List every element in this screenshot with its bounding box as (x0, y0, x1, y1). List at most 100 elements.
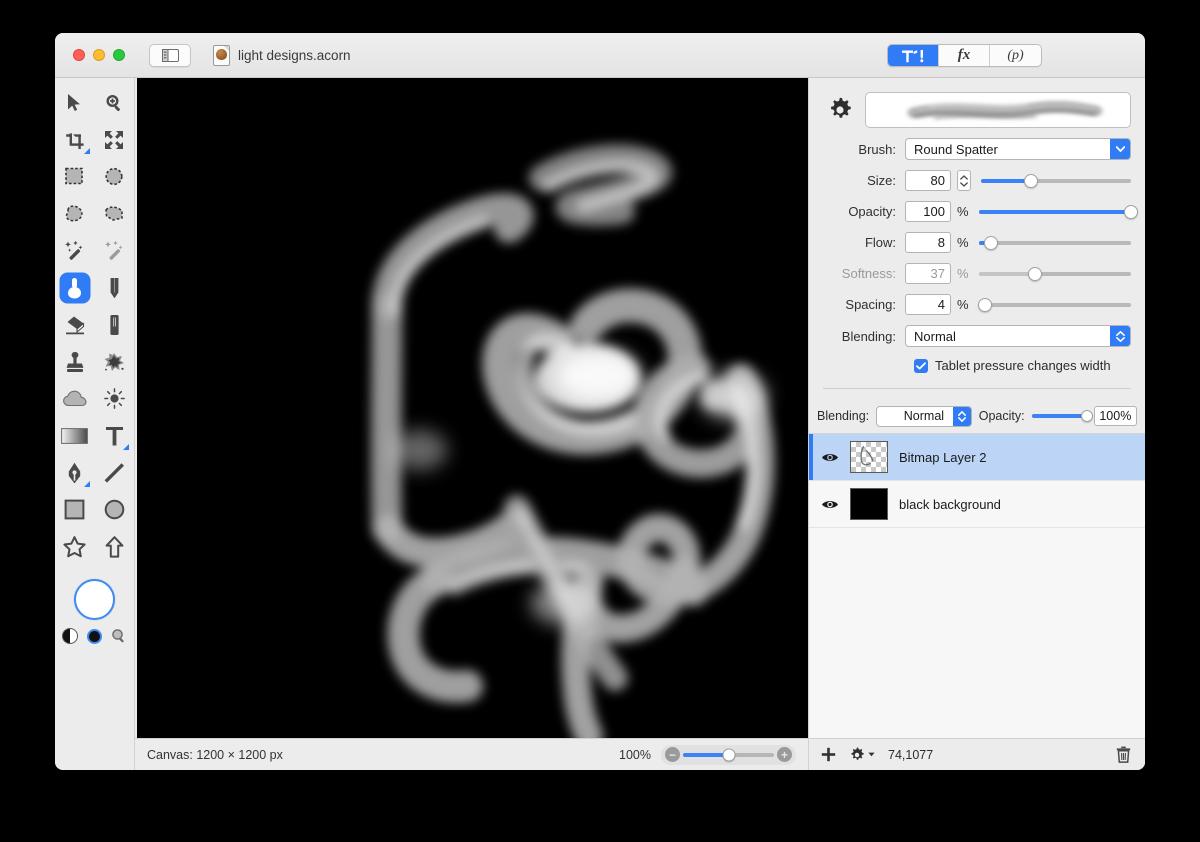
opacity-input[interactable]: 100 (905, 201, 951, 222)
polygon-lasso-tool[interactable] (95, 195, 135, 232)
gear-icon[interactable] (827, 97, 853, 123)
yin-yang-swap-icon[interactable] (62, 628, 78, 644)
magic-wand-tool[interactable] (55, 232, 95, 269)
background-color-swatch[interactable] (87, 628, 102, 644)
foreground-color-swatch[interactable] (74, 579, 115, 620)
layer-opacity-input[interactable]: 100% (1093, 406, 1137, 426)
bezier-pen-tool[interactable] (55, 454, 95, 491)
crop-tool[interactable] (55, 121, 95, 158)
eraser-tool[interactable] (55, 306, 95, 343)
arrow-up-icon (105, 535, 124, 558)
up-down-chevron-icon[interactable] (1110, 326, 1130, 346)
lasso-icon (65, 205, 83, 222)
brush-tool[interactable] (55, 269, 95, 306)
star-shape-tool[interactable] (55, 528, 95, 565)
magnifier-icon[interactable] (111, 628, 127, 644)
document-title: light designs.acorn (238, 47, 351, 63)
layers-header: Blending: Normal Opacity: 100% (809, 399, 1145, 434)
brush-select[interactable]: Round Spatter (905, 138, 1131, 160)
minimize-button[interactable] (93, 49, 105, 61)
minus-circle-icon[interactable]: − (665, 747, 680, 762)
opacity-slider[interactable] (979, 204, 1138, 220)
zoom-button[interactable] (113, 49, 125, 61)
zoom-slider-track[interactable] (683, 748, 774, 761)
softness-row: Softness: 37 % (823, 263, 1131, 284)
size-input[interactable]: 80 (905, 170, 951, 191)
artwork-canvas[interactable] (137, 78, 808, 738)
layer-thumbnail[interactable] (850, 488, 888, 520)
tool-row (55, 84, 134, 121)
tab-palette[interactable]: (p) (990, 45, 1041, 66)
lasso-tool[interactable] (55, 195, 95, 232)
inspector-panel: Brush: Round Spatter Size: 80 Opacity: 1… (808, 78, 1145, 770)
ellipse-marquee-icon (105, 167, 123, 186)
ellipse-shape-tool[interactable] (95, 491, 135, 528)
document-title-group[interactable]: light designs.acorn (213, 44, 351, 66)
line-icon (104, 463, 124, 483)
arrow-shape-tool[interactable] (95, 528, 135, 565)
zoom-tool[interactable] (95, 84, 135, 121)
blending-select-value: Normal (914, 328, 956, 344)
delete-layer-button[interactable] (1116, 746, 1131, 763)
softness-slider (979, 266, 1131, 282)
layer-opacity-slider[interactable] (1031, 409, 1093, 423)
line-tool[interactable] (95, 454, 135, 491)
gradient-tool[interactable] (55, 417, 95, 454)
smudge-tool[interactable] (95, 343, 135, 380)
blur-tool[interactable] (55, 380, 95, 417)
tablet-pressure-checkbox[interactable] (914, 358, 928, 373)
text-tool[interactable] (95, 417, 135, 454)
sidebar-toggle-button[interactable] (149, 43, 191, 67)
layer-row[interactable]: black background (809, 481, 1145, 528)
layer-name: Bitmap Layer 2 (899, 449, 987, 465)
window-body: Canvas: 1200 × 1200 px 100% − + Brush: R… (55, 78, 1145, 770)
star-icon (63, 535, 86, 557)
marker-tool[interactable] (95, 306, 135, 343)
layer-blending-select[interactable]: Normal (876, 405, 972, 427)
up-down-chevron-icon[interactable] (952, 406, 971, 426)
canvas-column: Canvas: 1200 × 1200 px 100% − + (135, 78, 808, 770)
flow-slider[interactable] (979, 235, 1131, 251)
layer-thumbnail[interactable] (850, 441, 888, 473)
layers-settings-button[interactable] (849, 746, 875, 763)
circle-icon (104, 499, 125, 520)
flow-input[interactable]: 8 (905, 232, 951, 253)
canvas-viewport[interactable] (135, 78, 808, 738)
instant-alpha-tool[interactable] (95, 232, 135, 269)
brush-label: Brush: (858, 141, 896, 157)
polygon-lasso-icon (104, 206, 123, 221)
dodge-tool[interactable] (95, 380, 135, 417)
layer-row[interactable]: Bitmap Layer 2 (809, 434, 1145, 481)
eye-icon[interactable] (821, 451, 839, 464)
eye-icon[interactable] (821, 498, 839, 511)
rectangle-shape-tool[interactable] (55, 491, 95, 528)
paintbrush-icon (68, 277, 82, 298)
spacing-input[interactable]: 4 (905, 294, 951, 315)
size-stepper[interactable] (957, 170, 971, 191)
zoom-slider[interactable]: − + (661, 744, 796, 765)
size-slider[interactable] (981, 173, 1131, 189)
move-tool[interactable] (55, 84, 95, 121)
chevron-down-icon[interactable] (1110, 139, 1130, 159)
zoom-slider-knob[interactable] (722, 748, 735, 761)
blending-select[interactable]: Normal (905, 325, 1131, 347)
clone-stamp-icon (66, 351, 84, 372)
tablet-pressure-row[interactable]: Tablet pressure changes width (823, 358, 1131, 373)
transform-tool[interactable] (95, 121, 135, 158)
tab-filters[interactable]: fx (939, 45, 990, 66)
inspector-tab-control[interactable]: fx (p) (887, 44, 1042, 67)
brush-stroke-preview[interactable] (865, 92, 1131, 128)
plus-icon[interactable] (821, 747, 836, 762)
close-button[interactable] (73, 49, 85, 61)
layer-opacity-label: Opacity: (978, 409, 1025, 423)
tab-tools[interactable] (888, 45, 939, 66)
clone-stamp-tool[interactable] (55, 343, 95, 380)
pencil-tool[interactable] (95, 269, 135, 306)
ellipse-select-tool[interactable] (95, 158, 135, 195)
rect-marquee-icon (65, 167, 84, 185)
size-label: Size: (867, 173, 896, 188)
rectangle-select-tool[interactable] (55, 158, 95, 195)
plus-circle-icon[interactable]: + (777, 747, 792, 762)
brush-select-value: Round Spatter (914, 141, 998, 157)
spacing-slider[interactable] (978, 297, 1131, 313)
